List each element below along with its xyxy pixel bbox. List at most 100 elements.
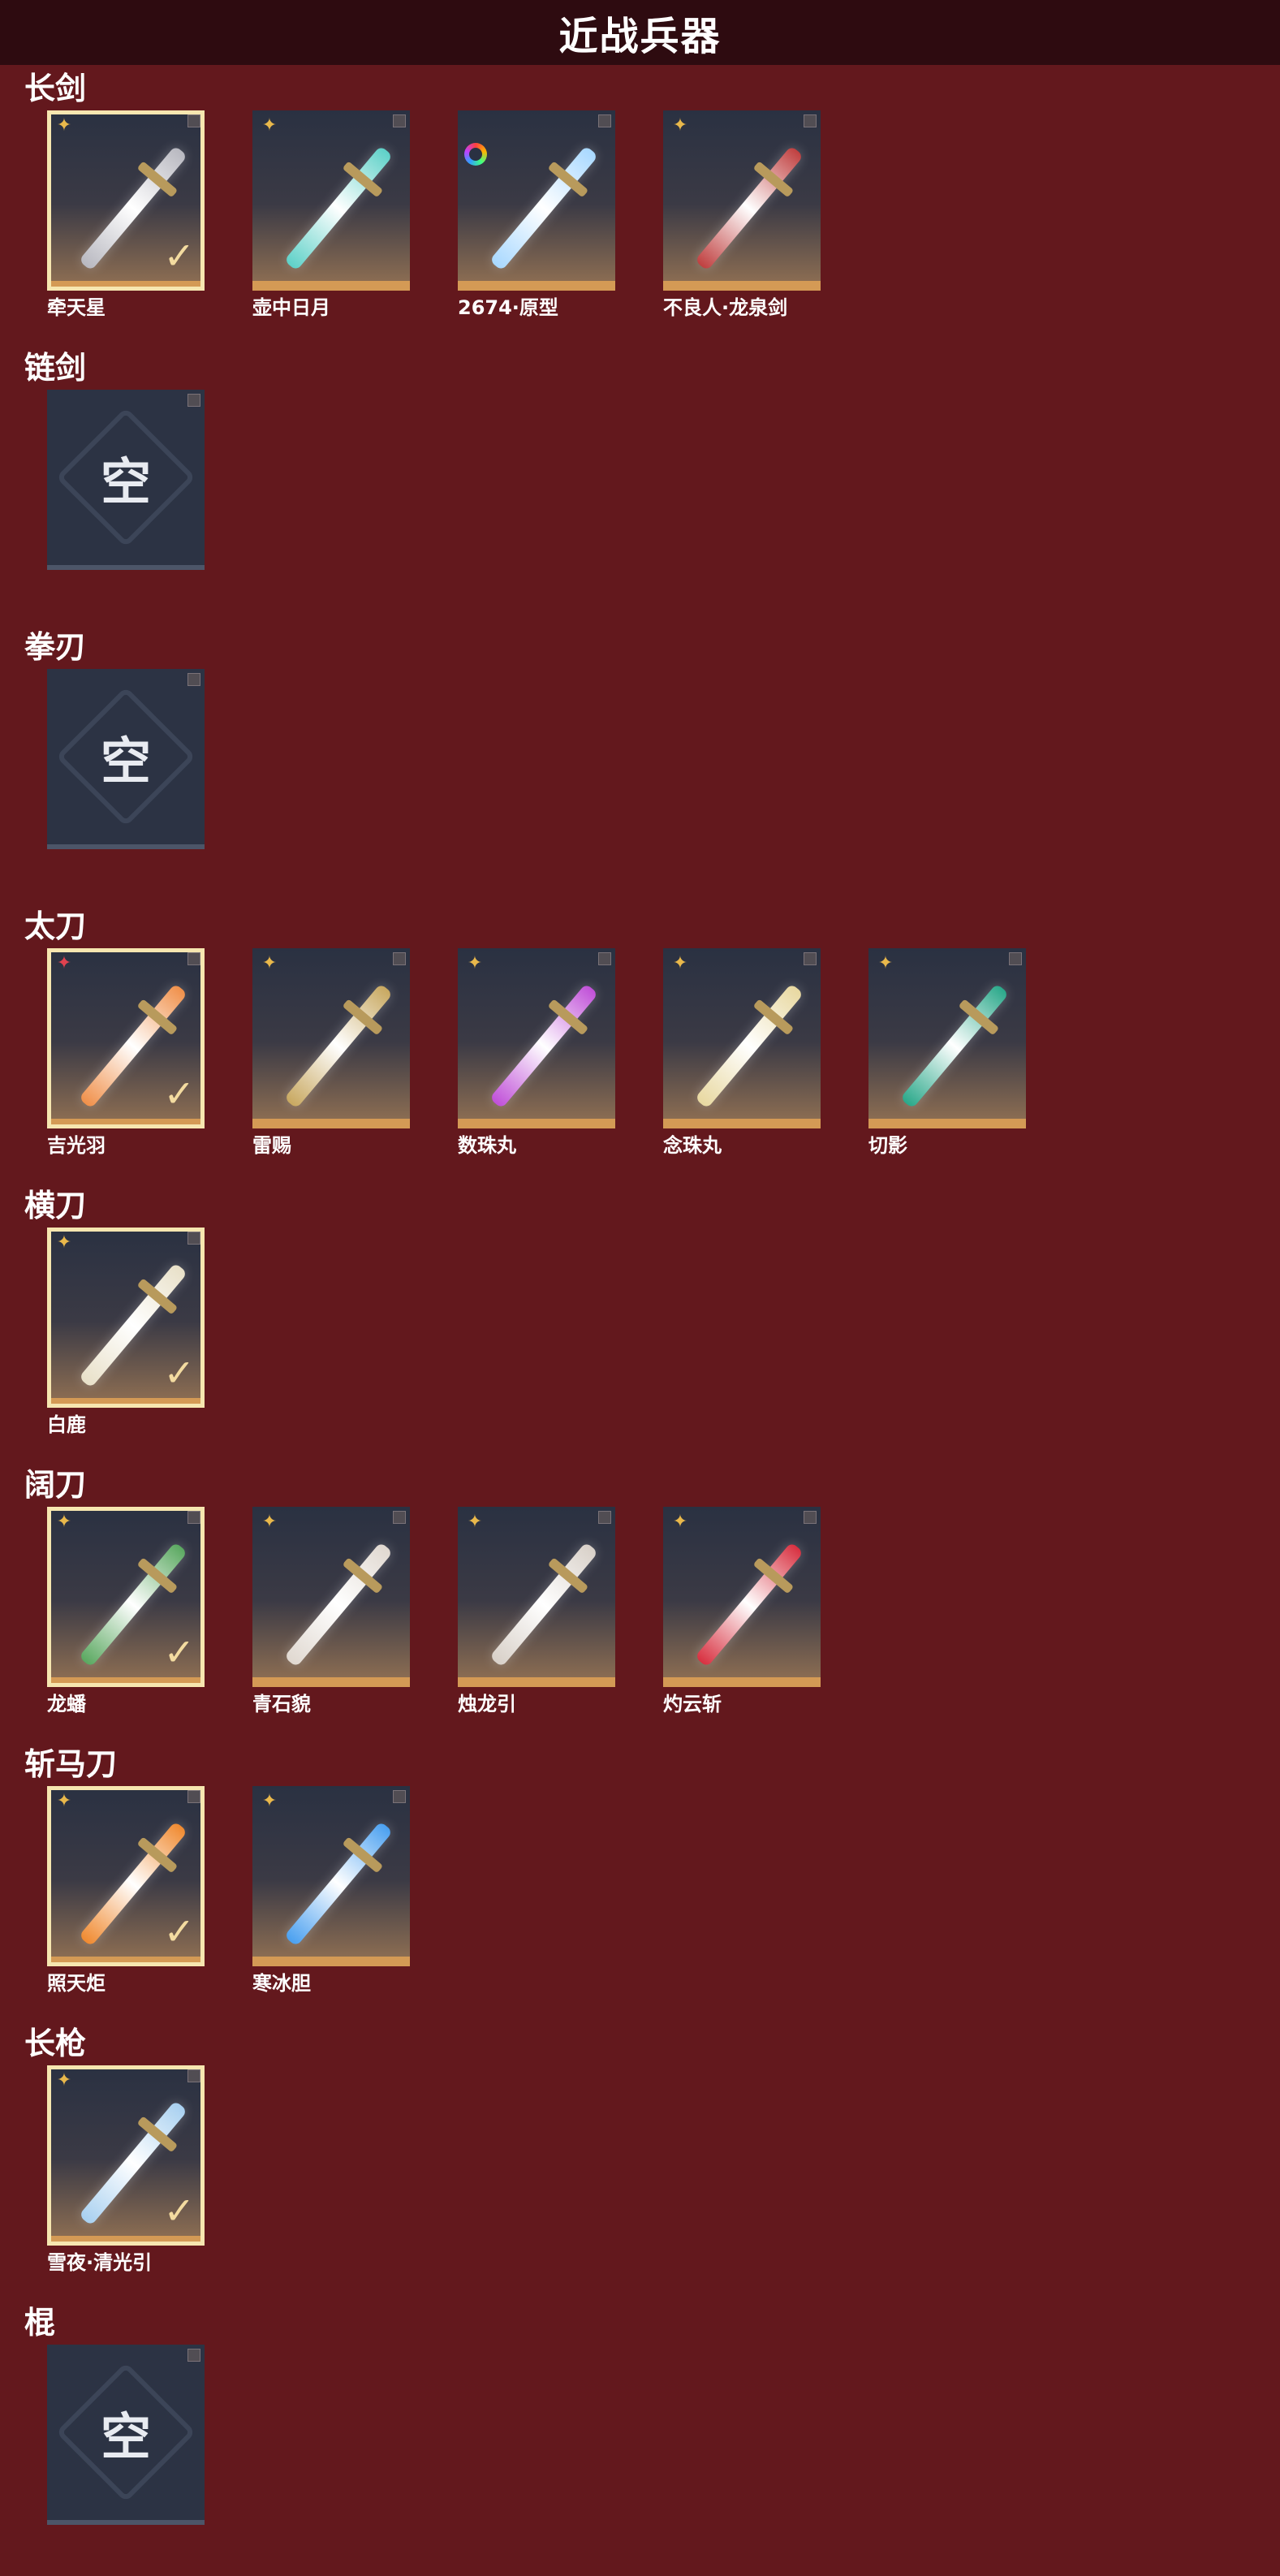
gold-star-icon: ✦	[261, 953, 278, 973]
weapon-item[interactable]: ✦ 念珠丸	[663, 948, 821, 1158]
weapon-image	[694, 1542, 804, 1668]
weapon-card[interactable]: 空	[47, 2345, 205, 2525]
weapon-category: 长剑 ✦ ✓ 牵天星 ✦ 壶中日月 2674·原型 ✦ 不良人·龙泉剑	[24, 68, 868, 320]
weapon-category: 横刀 ✦ ✓ 白鹿	[24, 1185, 252, 1437]
weapon-card[interactable]	[458, 110, 615, 291]
weapon-item[interactable]: ✦ ✓ 白鹿	[47, 1228, 205, 1437]
empty-weapon-slot[interactable]: 空	[47, 2345, 205, 2554]
gold-star-icon: ✦	[672, 953, 688, 973]
weapon-image	[283, 1821, 394, 1947]
weapon-row: ✦ ✓ 白鹿	[47, 1228, 252, 1437]
weapon-card[interactable]: ✦ ✓	[47, 1786, 205, 1966]
empty-slot-label: 空	[100, 731, 151, 791]
gold-star-icon: ✦	[261, 1791, 278, 1811]
corner-tag-icon	[393, 114, 406, 127]
corner-tag-icon	[187, 1511, 200, 1524]
weapon-image	[694, 983, 804, 1109]
weapon-card[interactable]: ✦ ✓	[47, 1507, 205, 1687]
weapon-row: ✦ ✓ 牵天星 ✦ 壶中日月 2674·原型 ✦ 不良人·龙泉剑	[47, 110, 868, 320]
weapon-card[interactable]: 空	[47, 390, 205, 570]
corner-tag-icon	[804, 1511, 817, 1524]
weapon-card[interactable]: ✦	[252, 1507, 410, 1687]
weapon-card[interactable]: ✦	[663, 1507, 821, 1687]
weapon-item[interactable]: ✦ 不良人·龙泉剑	[663, 110, 821, 320]
weapon-card[interactable]: ✦	[252, 1786, 410, 1966]
weapon-card[interactable]: ✦	[252, 948, 410, 1128]
empty-slot-label: 空	[100, 452, 151, 511]
gold-star-icon: ✦	[672, 1512, 688, 1532]
weapon-name: 数珠丸	[458, 1134, 516, 1157]
weapon-item[interactable]: 2674·原型	[458, 110, 615, 320]
red-star-icon: ✦	[56, 953, 72, 973]
weapon-card[interactable]: ✦ ✓	[47, 948, 205, 1128]
weapon-row: 空	[47, 669, 252, 878]
gold-star-icon: ✦	[56, 1512, 72, 1532]
category-title: 长剑	[24, 71, 87, 106]
equipped-check-icon: ✓	[163, 2189, 195, 2233]
weapon-category: 棍空	[24, 2302, 252, 2554]
corner-tag-icon	[598, 1511, 611, 1524]
weapon-category: 阔刀 ✦ ✓ 龙蟠 ✦ 青石貌 ✦ 烛龙引 ✦ 灼云斩	[24, 1465, 868, 1716]
weapon-row: 空	[47, 390, 252, 599]
equipped-check-icon: ✓	[163, 1630, 195, 1674]
weapon-name: 2674·原型	[458, 296, 558, 319]
weapon-card[interactable]: ✦	[663, 110, 821, 291]
weapon-card[interactable]: ✦	[868, 948, 1026, 1128]
gold-star-icon: ✦	[467, 953, 483, 973]
weapon-item[interactable]: ✦ 雷赐	[252, 948, 410, 1158]
weapon-image	[283, 145, 394, 271]
weapon-card[interactable]: 空	[47, 669, 205, 849]
weapon-item[interactable]: ✦ 青石貌	[252, 1507, 410, 1716]
empty-weapon-slot[interactable]: 空	[47, 669, 205, 878]
gold-star-icon: ✦	[56, 1232, 72, 1253]
gold-star-icon: ✦	[56, 115, 72, 136]
category-title: 横刀	[24, 1188, 87, 1223]
corner-tag-icon	[393, 952, 406, 965]
weapon-category: 拳刃空	[24, 627, 252, 878]
corner-tag-icon	[187, 114, 200, 127]
weapon-item[interactable]: ✦ 壶中日月	[252, 110, 410, 320]
weapon-name: 照天炬	[47, 1972, 106, 1995]
weapon-card[interactable]: ✦	[458, 1507, 615, 1687]
weapon-card[interactable]: ✦ ✓	[47, 110, 205, 291]
weapon-item[interactable]: ✦ 寒冰胆	[252, 1786, 410, 1996]
weapon-item[interactable]: ✦ 数珠丸	[458, 948, 615, 1158]
corner-tag-icon	[393, 1511, 406, 1524]
weapon-card[interactable]: ✦ ✓	[47, 2065, 205, 2246]
weapon-category: 斩马刀 ✦ ✓ 照天炬 ✦ 寒冰胆	[24, 1744, 458, 1996]
category-title: 链剑	[24, 350, 87, 386]
gold-star-icon: ✦	[261, 115, 278, 136]
weapon-name: 不良人·龙泉剑	[663, 296, 788, 319]
equipped-check-icon: ✓	[163, 1351, 195, 1395]
weapon-item[interactable]: ✦ 灼云斩	[663, 1507, 821, 1716]
category-title: 棍	[24, 2305, 56, 2341]
weapon-card[interactable]: ✦	[252, 110, 410, 291]
empty-weapon-slot[interactable]: 空	[47, 390, 205, 599]
weapon-card[interactable]: ✦ ✓	[47, 1228, 205, 1408]
weapon-item[interactable]: ✦ ✓ 吉光羽	[47, 948, 205, 1158]
weapon-item[interactable]: ✦ ✓ 龙蟠	[47, 1507, 205, 1716]
gold-star-icon: ✦	[56, 2070, 72, 2091]
weapon-item[interactable]: ✦ 烛龙引	[458, 1507, 615, 1716]
category-title: 太刀	[24, 908, 87, 944]
empty-slot-emblem: 空	[47, 2345, 205, 2520]
category-title: 长枪	[24, 2026, 87, 2061]
weapon-name	[47, 575, 205, 599]
empty-slot-emblem: 空	[47, 669, 205, 844]
weapon-card[interactable]: ✦	[663, 948, 821, 1128]
weapon-item[interactable]: ✦ 切影	[868, 948, 1026, 1158]
corner-tag-icon	[598, 114, 611, 127]
weapon-card[interactable]: ✦	[458, 948, 615, 1128]
weapon-item[interactable]: ✦ ✓ 照天炬	[47, 1786, 205, 1996]
weapon-image	[899, 983, 1010, 1109]
weapon-row: ✦ ✓ 龙蟠 ✦ 青石貌 ✦ 烛龙引 ✦ 灼云斩	[47, 1507, 868, 1716]
weapon-item[interactable]: ✦ ✓ 牵天星	[47, 110, 205, 320]
empty-slot-label: 空	[100, 2407, 151, 2466]
gold-star-icon: ✦	[467, 1512, 483, 1532]
rainbow-ring-icon	[464, 143, 487, 166]
weapon-name: 龙蟠	[47, 1693, 86, 1715]
weapon-item[interactable]: ✦ ✓ 雪夜·清光引	[47, 2065, 205, 2275]
corner-tag-icon	[187, 2069, 200, 2082]
weapon-image	[489, 145, 599, 271]
gold-star-icon: ✦	[261, 1512, 278, 1532]
